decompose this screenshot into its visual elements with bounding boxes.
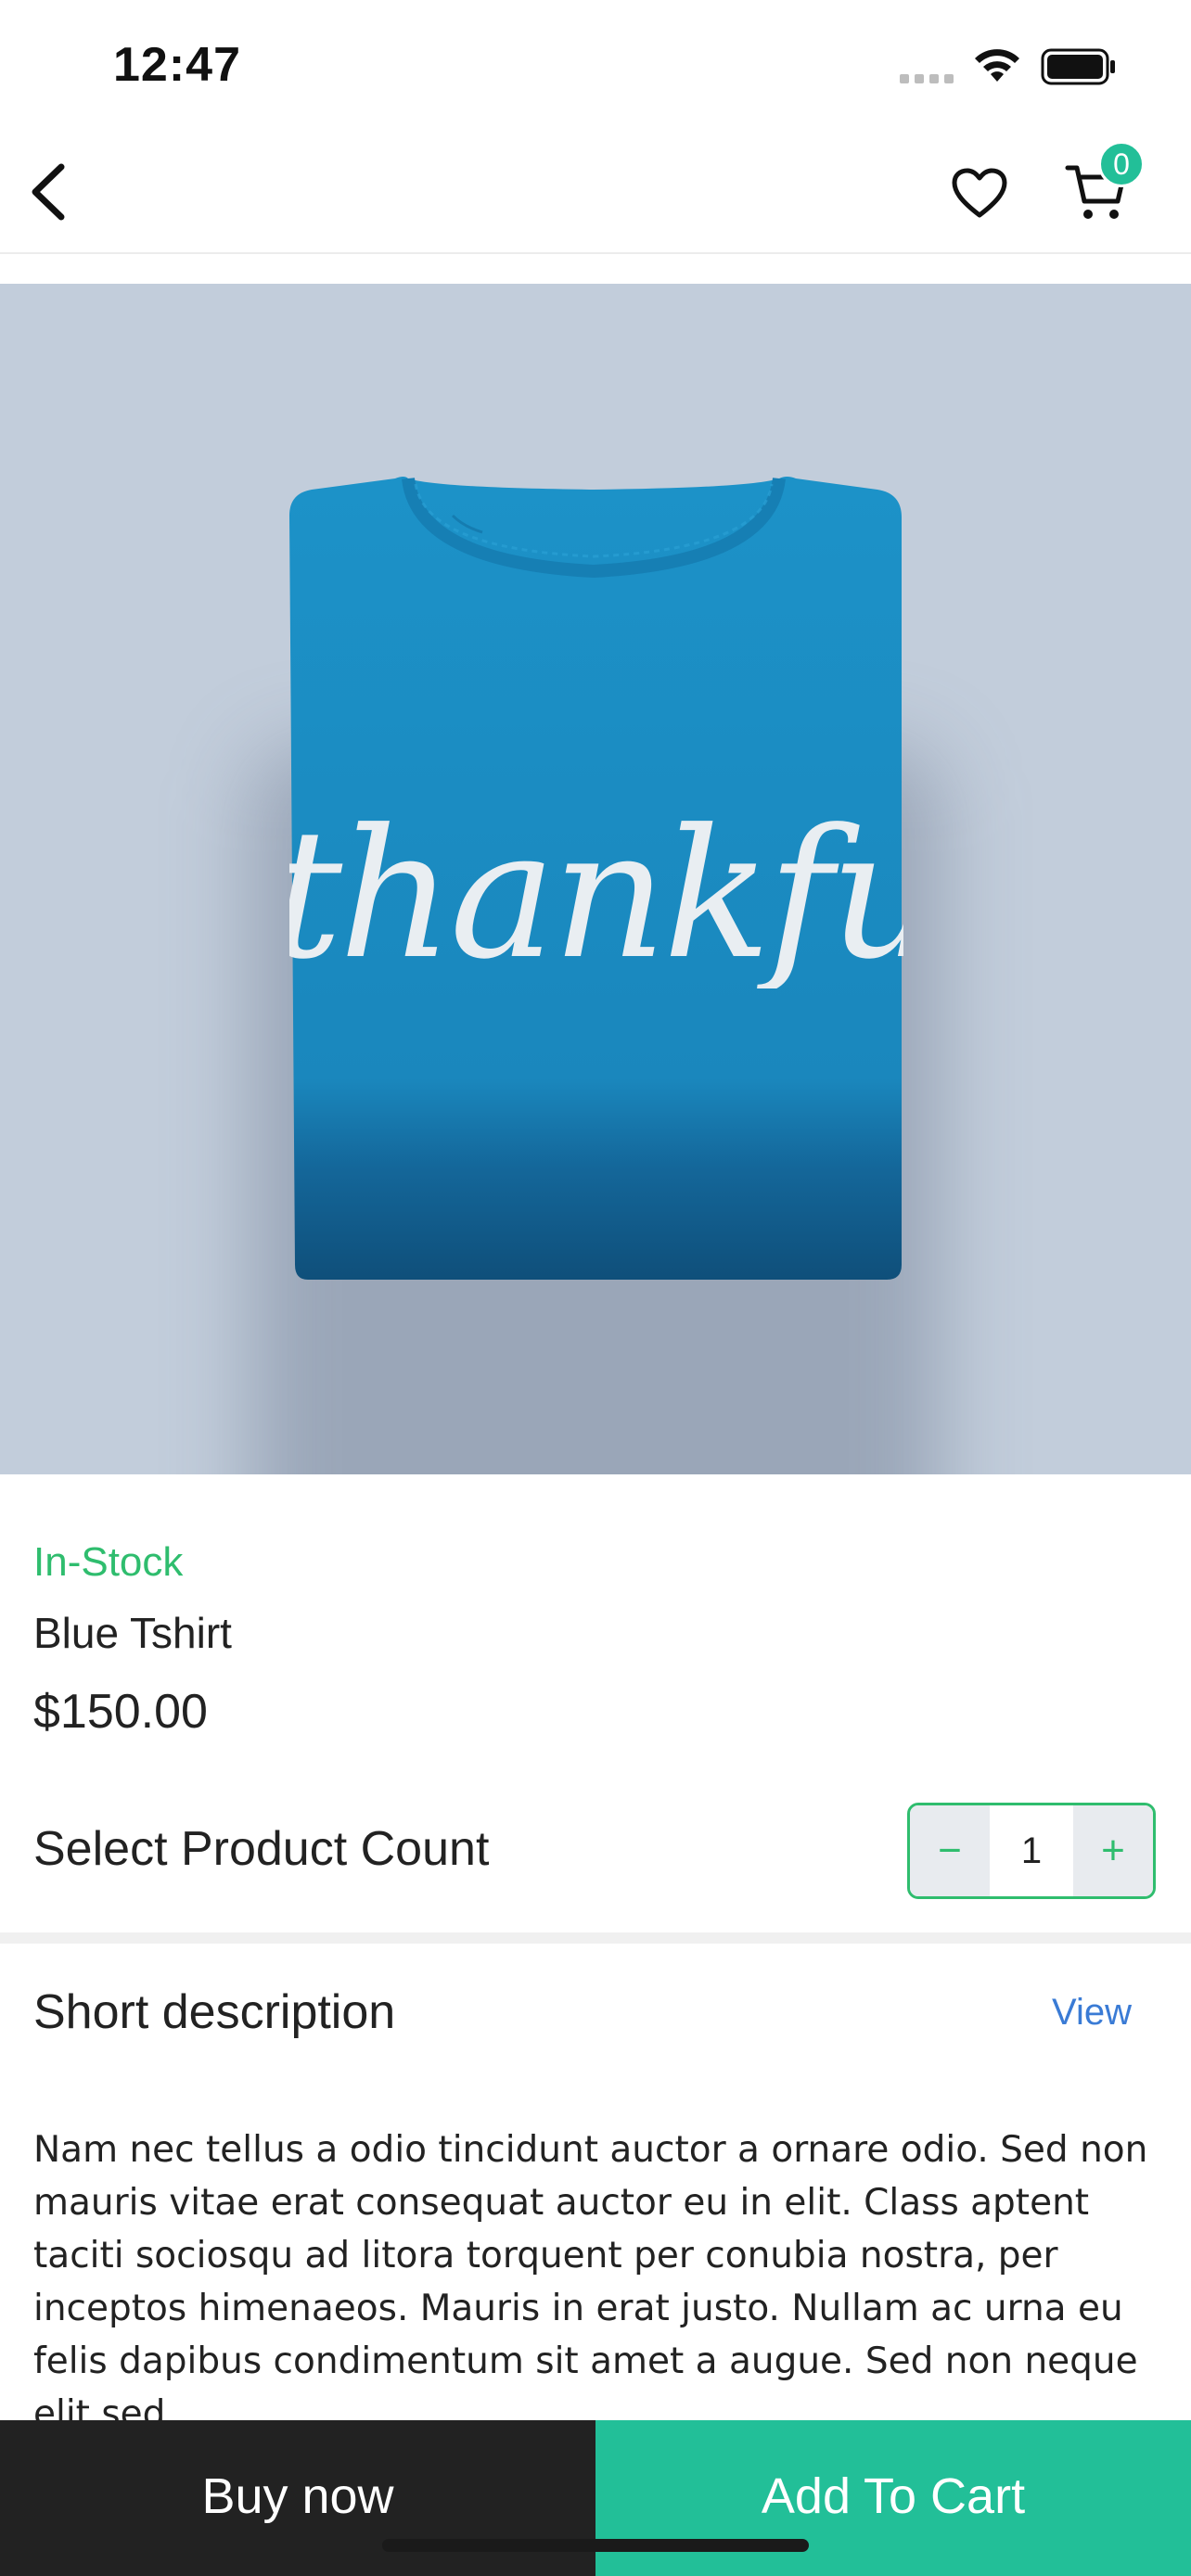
nav-bar [0,130,1191,254]
short-description-title: Short description [33,1985,396,2039]
quantity-value: 1 [990,1805,1073,1896]
view-description-link[interactable]: View [1052,1992,1132,2034]
chevron-left-icon [32,163,65,221]
increment-button[interactable]: + [1073,1805,1153,1896]
product-count-label: Select Product Count [33,1822,490,1876]
add-to-cart-button[interactable]: Add To Cart [596,2420,1191,2576]
wishlist-button[interactable] [944,158,1015,228]
buy-now-button[interactable]: Buy now [0,2420,596,2576]
quantity-stepper: − 1 + [907,1803,1156,1899]
section-divider [0,1932,1191,1944]
cart-count-badge: 0 [1098,141,1145,187]
back-button[interactable] [13,158,82,226]
bottom-action-bar: Buy now Add To Cart [0,2420,1191,2576]
product-price: $150.00 [33,1685,208,1739]
cellular-signal-icon [900,72,955,90]
short-description-text: Nam nec tellus a odio tincidunt auctor a… [33,2129,1148,2420]
stock-status: In-Stock [33,1539,184,1585]
heart-icon [952,168,1007,218]
home-indicator [382,2539,809,2552]
battery-icon [1041,48,1117,90]
wifi-icon [972,46,1022,88]
product-name: Blue Tshirt [33,1609,232,1657]
product-image: thankful [0,284,1191,1474]
decrement-button[interactable]: − [910,1805,990,1896]
shirt-print-text: thankful [289,803,903,988]
status-bar: 12:47 [0,0,1191,130]
status-time: 12:47 [113,38,241,92]
